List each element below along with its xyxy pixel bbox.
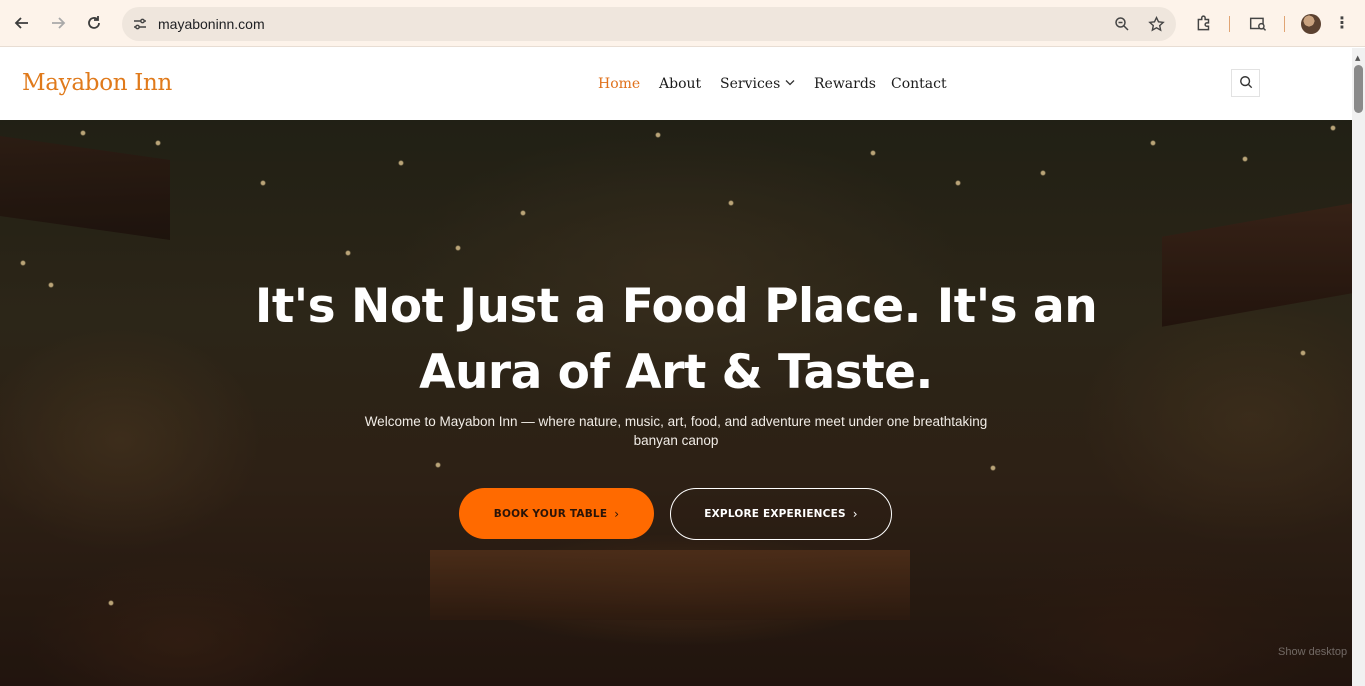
hero-subtitle: Welcome to Mayabon Inn — where nature, m… bbox=[364, 414, 988, 448]
search-button[interactable] bbox=[1231, 69, 1260, 97]
nav-label: Contact bbox=[891, 76, 947, 92]
site-header: Mayabon Inn Home About Services Rewards … bbox=[0, 48, 1352, 120]
nav-about[interactable]: About bbox=[659, 76, 720, 92]
search-icon bbox=[1239, 74, 1253, 93]
chevron-right-icon: › bbox=[614, 506, 620, 521]
chevron-down-icon bbox=[785, 79, 795, 89]
avatar[interactable] bbox=[1301, 14, 1321, 34]
tune-icon[interactable] bbox=[130, 14, 150, 34]
nav-label: Services bbox=[720, 76, 781, 92]
toolbar-divider bbox=[1229, 16, 1230, 32]
hero-title-line-1: It's Not Just a Food Place. It's an bbox=[254, 279, 1098, 334]
toolbar-divider bbox=[1284, 16, 1285, 32]
hero-title: It's Not Just a Food Place. It's an Aura… bbox=[176, 274, 1176, 406]
nav-rewards[interactable]: Rewards bbox=[814, 76, 891, 92]
chevron-right-icon: › bbox=[852, 507, 858, 521]
book-table-label: BOOK YOUR TABLE bbox=[493, 507, 608, 520]
zoom-icon[interactable] bbox=[1112, 14, 1132, 34]
cast-search-icon[interactable] bbox=[1247, 13, 1269, 35]
scrollbar-thumb[interactable] bbox=[1354, 65, 1363, 113]
back-arrow-icon[interactable] bbox=[8, 9, 36, 37]
forward-arrow-icon[interactable] bbox=[44, 9, 72, 37]
explore-experiences-button[interactable]: EXPLORE EXPERIENCES › bbox=[670, 488, 892, 540]
hero-section: It's Not Just a Food Place. It's an Aura… bbox=[0, 120, 1352, 686]
kebab-menu-icon[interactable]: ⋮ bbox=[1334, 13, 1350, 32]
url-text[interactable]: mayaboninn.com bbox=[158, 16, 265, 32]
page-scrollbar[interactable]: ▲ bbox=[1352, 48, 1365, 686]
book-table-button[interactable]: BOOK YOUR TABLE › bbox=[459, 488, 654, 539]
nav-label: About bbox=[659, 76, 702, 92]
star-icon[interactable] bbox=[1146, 14, 1166, 34]
nav-label: Rewards bbox=[814, 76, 876, 92]
nav-label: Home bbox=[598, 76, 641, 92]
main-nav: Home About Services Rewards Contact bbox=[598, 76, 947, 92]
browser-toolbar: mayaboninn.com ⋮ bbox=[0, 0, 1365, 47]
nav-home[interactable]: Home bbox=[598, 76, 659, 92]
nav-services[interactable]: Services bbox=[720, 76, 814, 92]
explore-experiences-label: EXPLORE EXPERIENCES bbox=[704, 508, 846, 520]
hero-title-line-2: Aura of Art & Taste. bbox=[419, 345, 933, 400]
site-logo[interactable]: Mayabon Inn bbox=[22, 70, 172, 96]
show-desktop-hint[interactable]: Show desktop bbox=[1278, 646, 1347, 658]
reload-icon[interactable] bbox=[80, 9, 108, 37]
scroll-up-icon[interactable]: ▲ bbox=[1355, 54, 1360, 62]
address-bar[interactable]: mayaboninn.com bbox=[122, 7, 1176, 41]
nav-contact[interactable]: Contact bbox=[891, 76, 947, 92]
puzzle-icon[interactable] bbox=[1193, 13, 1215, 35]
